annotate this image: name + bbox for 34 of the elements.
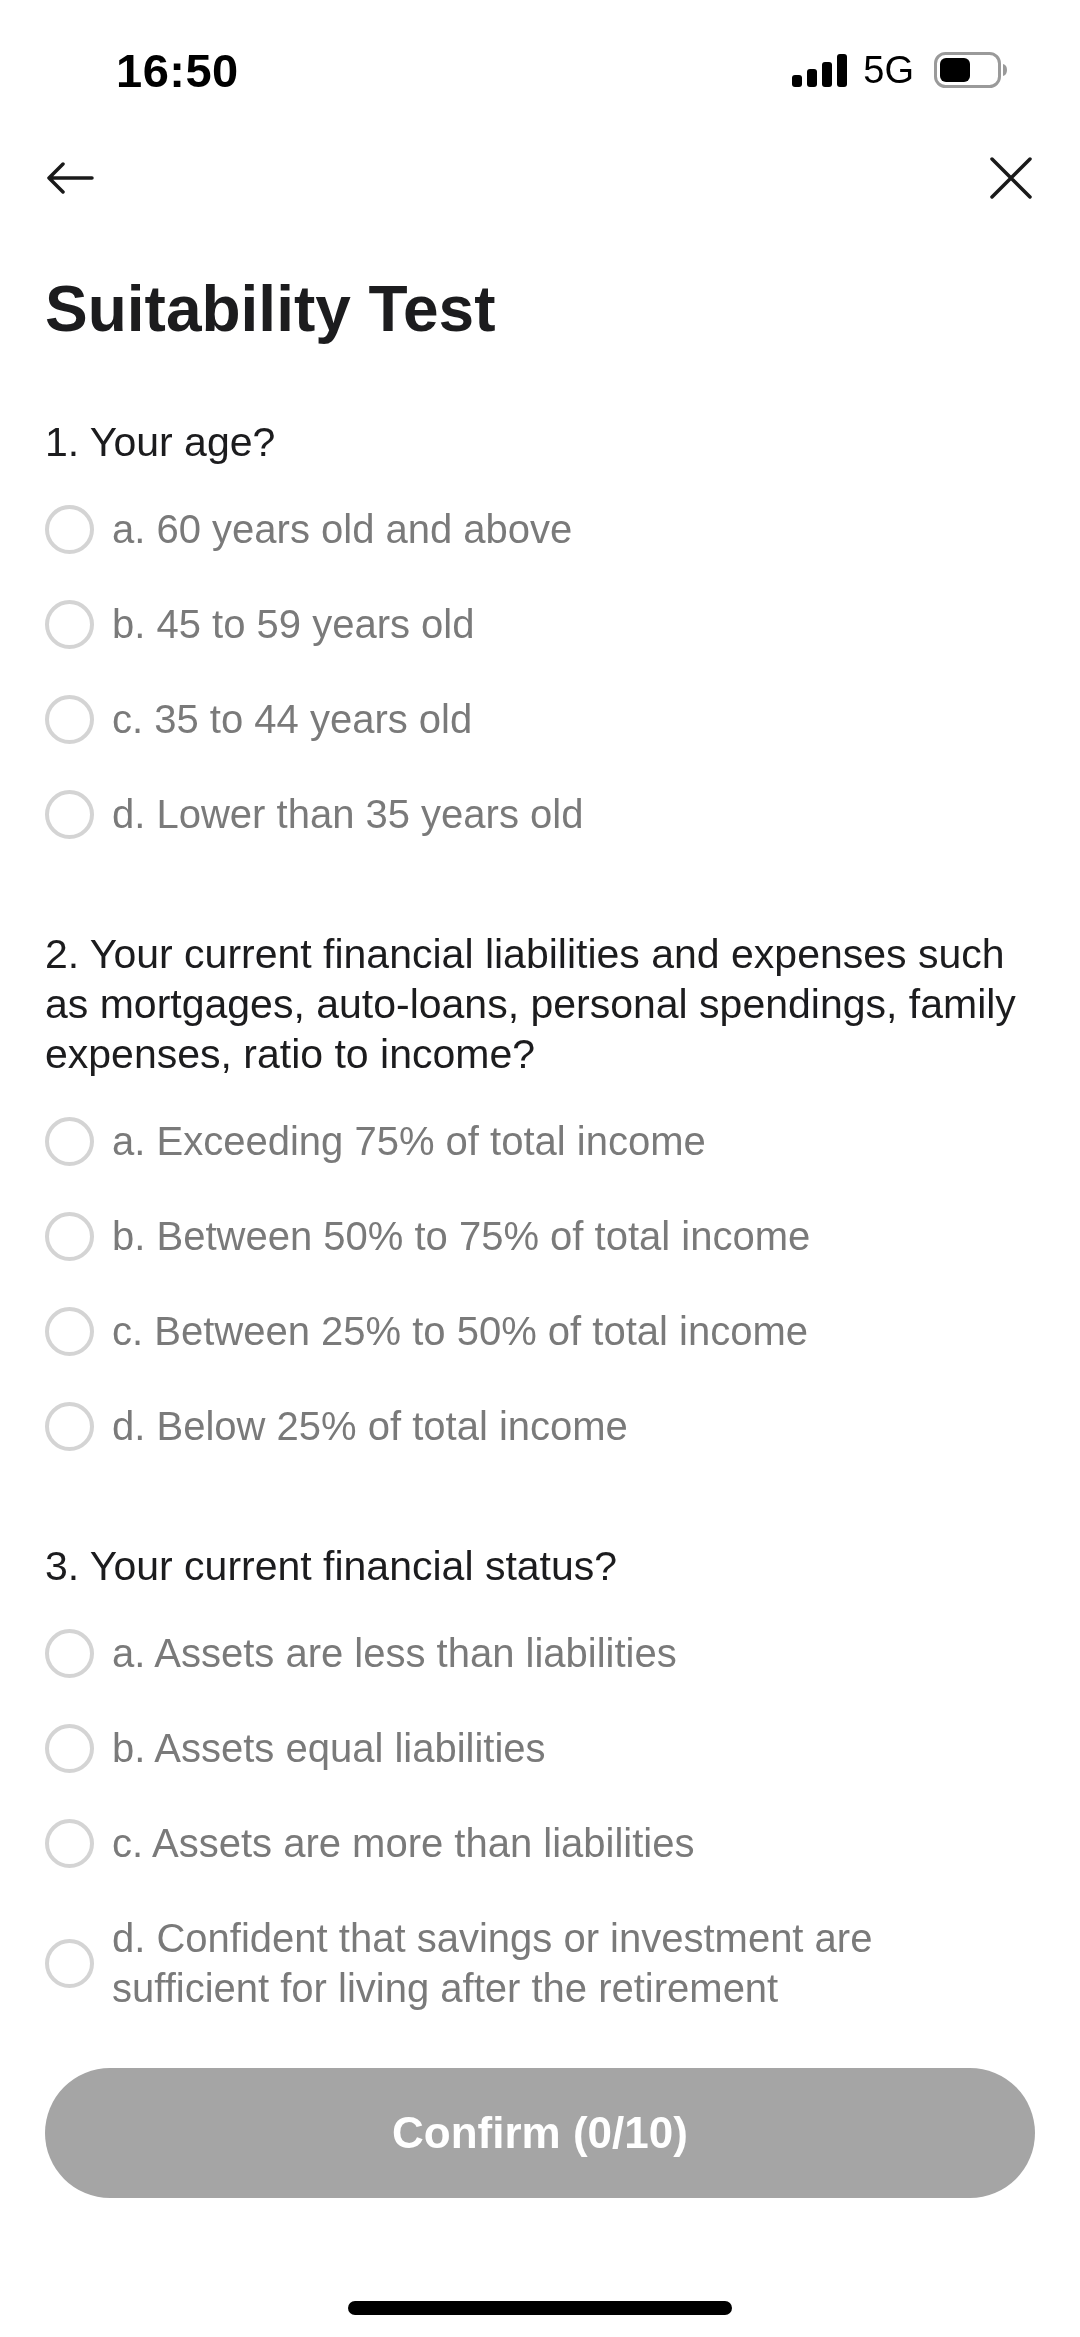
option-label[interactable]: d. Below 25% of total income: [112, 1401, 628, 1451]
radio-button[interactable]: [45, 1818, 94, 1868]
option-label[interactable]: a. 60 years old and above: [112, 504, 573, 554]
option-label[interactable]: b. Between 50% to 75% of total income: [112, 1211, 811, 1261]
status-time: 16:50: [116, 42, 239, 98]
radio-button[interactable]: [45, 504, 94, 554]
radio-button[interactable]: [45, 1938, 94, 1988]
radio-button[interactable]: [45, 1723, 94, 1773]
question-text: 1. Your age?: [45, 418, 277, 467]
radio-button[interactable]: [45, 1116, 94, 1166]
radio-button[interactable]: [45, 789, 94, 839]
radio-button[interactable]: [45, 1306, 94, 1356]
network-label: 5G: [863, 51, 914, 89]
question-text: 2. Your current financial liabilities and expenses such as mortgages, auto-loans, personal spendings, family expenses, ratio to income?: [45, 930, 1017, 1079]
option-label[interactable]: c. Between 25% to 50% of total income: [112, 1306, 808, 1356]
radio-button[interactable]: [45, 1401, 94, 1451]
radio-button[interactable]: [45, 599, 94, 649]
back-arrow-icon[interactable]: [46, 162, 94, 194]
option-label[interactable]: c. Assets are more than liabilities: [112, 1818, 695, 1868]
option-label[interactable]: c. 35 to 44 years old: [112, 694, 473, 744]
option-label[interactable]: d. Lower than 35 years old: [112, 789, 584, 839]
option-label[interactable]: b. Assets equal liabilities: [112, 1723, 546, 1773]
option-label[interactable]: d. Confident that savings or investment are sufficient for living after the retirement: [112, 1913, 912, 2013]
question-text: 3. Your current financial status?: [45, 1542, 619, 1591]
option-label[interactable]: a. Assets are less than liabilities: [112, 1628, 677, 1678]
radio-button[interactable]: [45, 1211, 94, 1261]
option-label[interactable]: b. 45 to 59 years old: [112, 599, 475, 649]
radio-button[interactable]: [45, 1628, 94, 1678]
page-title: Suitability Test: [45, 272, 497, 347]
signal-icon: [792, 53, 848, 87]
close-icon[interactable]: [990, 157, 1032, 199]
option-label[interactable]: a. Exceeding 75% of total income: [112, 1116, 706, 1166]
battery-icon: [934, 52, 1007, 88]
radio-button[interactable]: [45, 694, 94, 744]
